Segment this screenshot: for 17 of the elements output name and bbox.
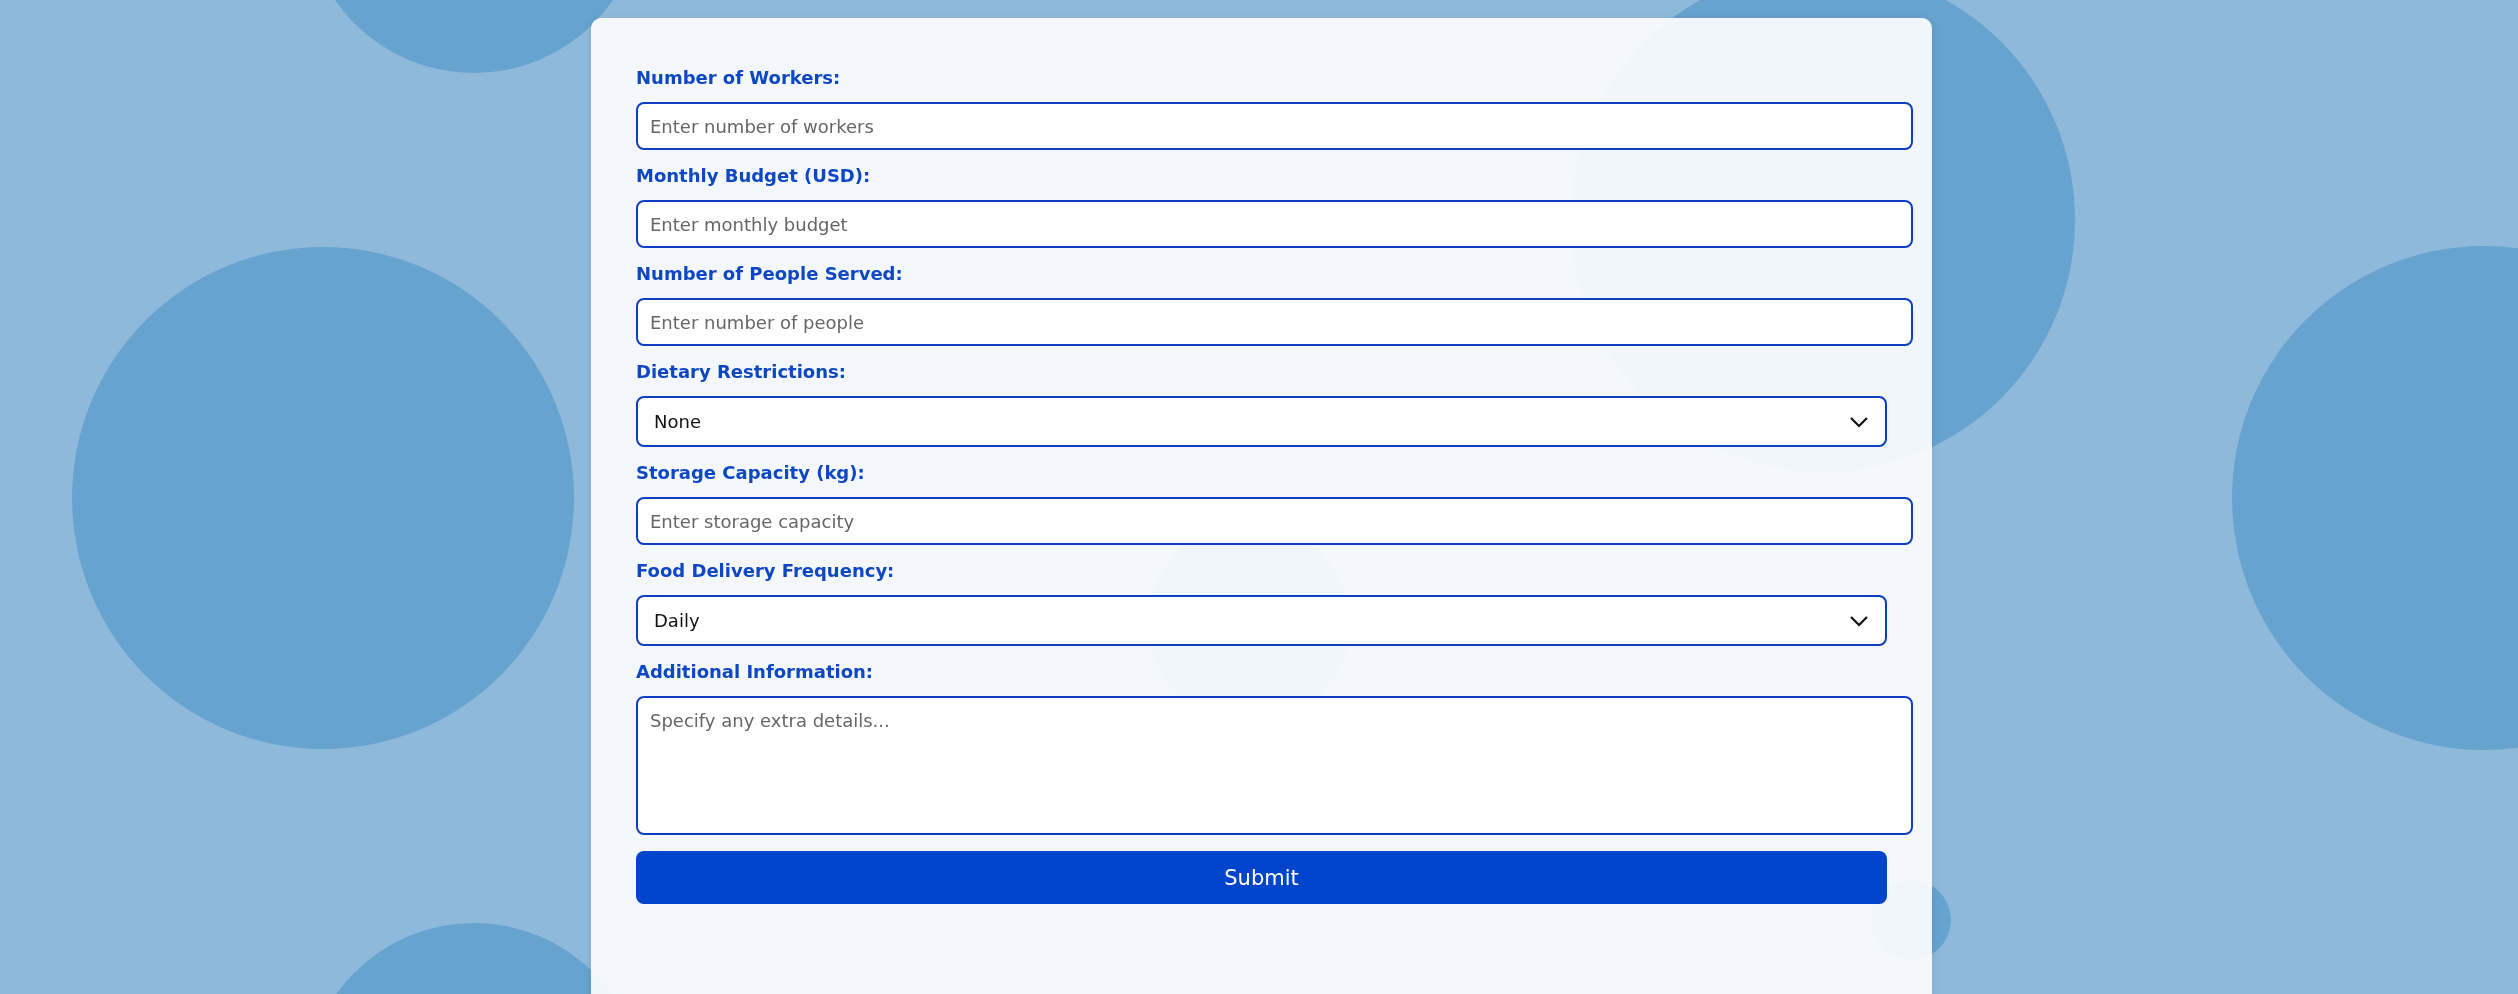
field-label: Additional Information:: [636, 660, 875, 684]
input-field[interactable]: Enter number of workers: [636, 102, 1913, 150]
field-label: Number of Workers:: [636, 66, 842, 90]
field-label: Dietary Restrictions:: [636, 360, 847, 384]
input-field[interactable]: Enter monthly budget: [636, 200, 1913, 248]
dropdown[interactable]: Daily: [636, 595, 1887, 646]
chevron-down-icon: [1849, 614, 1869, 627]
field-label: Monthly Budget (USD):: [636, 164, 872, 188]
chevron-down-icon: [1849, 415, 1869, 428]
input-field[interactable]: Enter number of people: [636, 298, 1913, 346]
field-label: Food Delivery Frequency:: [636, 559, 896, 583]
dropdown[interactable]: None: [636, 396, 1887, 447]
field-label: Storage Capacity (kg):: [636, 461, 866, 485]
text-area[interactable]: Specify any extra details...: [636, 696, 1913, 835]
input-field[interactable]: Enter storage capacity: [636, 497, 1913, 545]
submit-button[interactable]: Submit: [636, 851, 1887, 904]
field-label: Number of People Served:: [636, 262, 904, 286]
